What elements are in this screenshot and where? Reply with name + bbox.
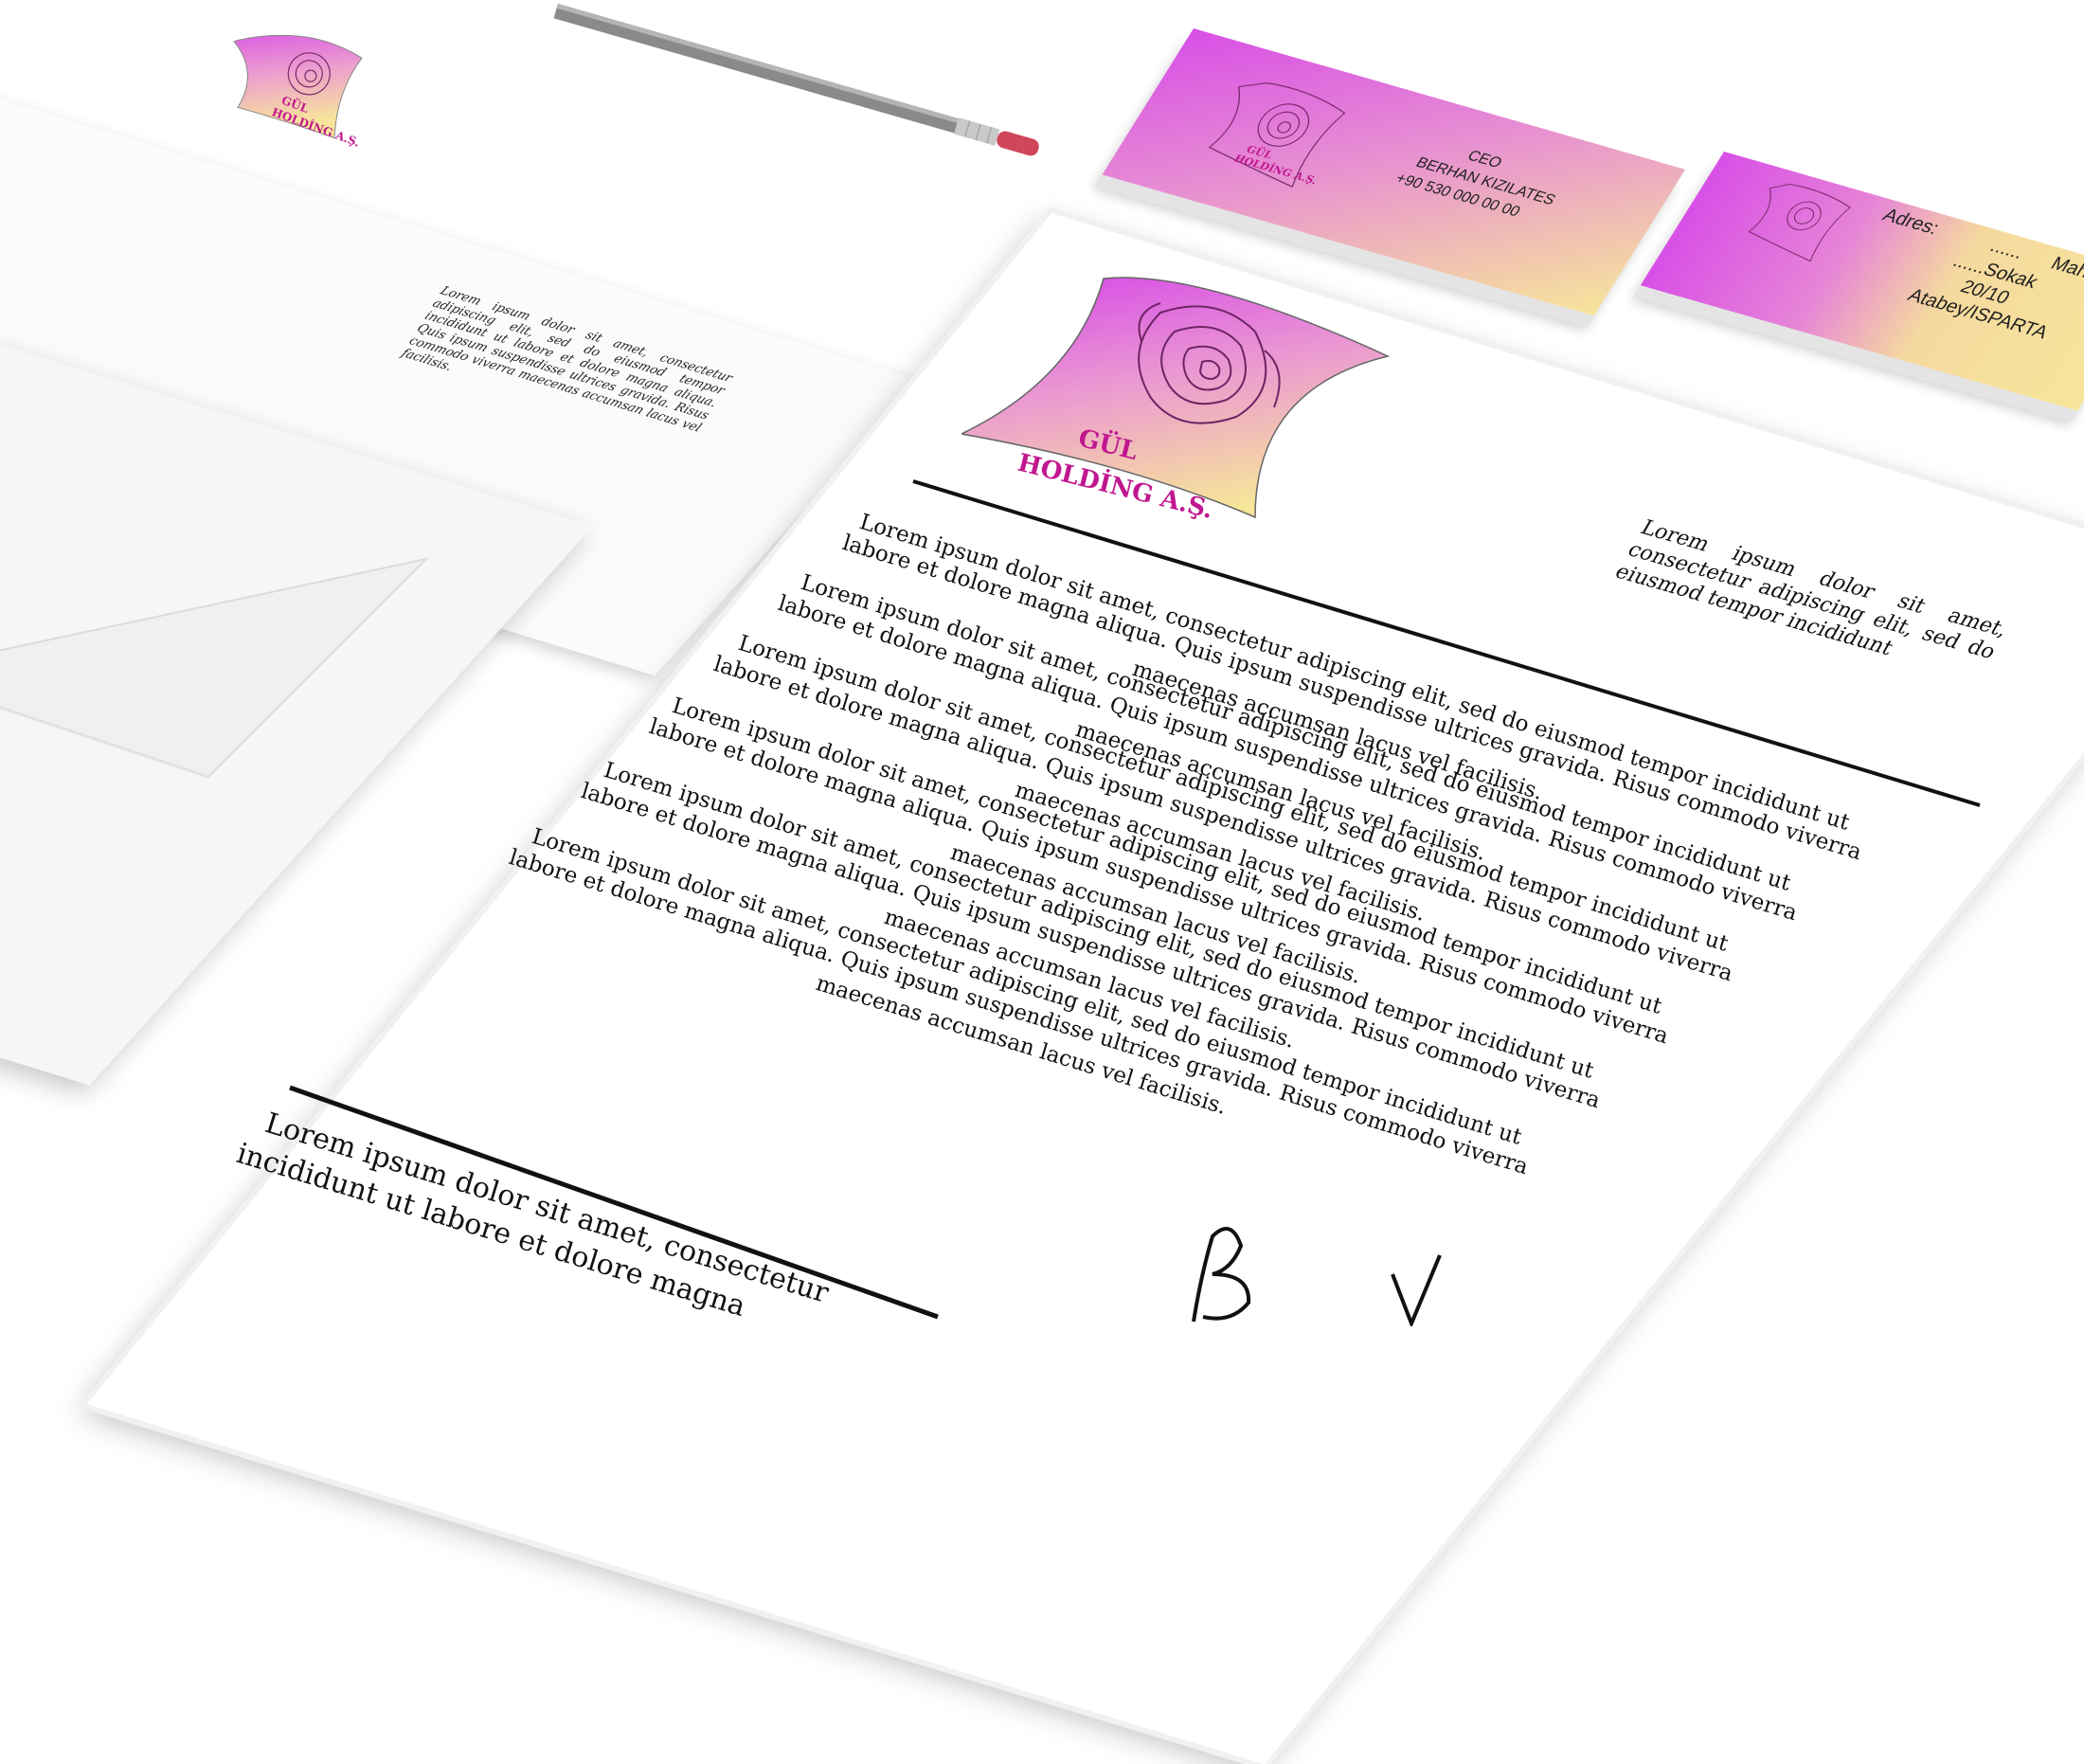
- signature: [1192, 1227, 1442, 1326]
